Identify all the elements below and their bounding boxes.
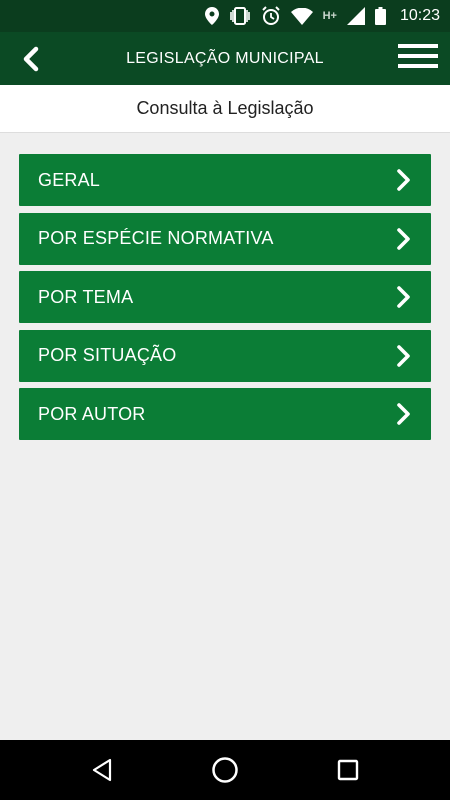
nav-recents-button[interactable] — [328, 750, 368, 790]
home-circle-icon — [212, 757, 238, 783]
subheader: Consulta à Legislação — [0, 85, 450, 133]
vibrate-icon — [229, 7, 250, 25]
signal-icon — [346, 7, 365, 25]
nav-home-button[interactable] — [205, 750, 245, 790]
status-bar: H+ 10:23 — [0, 0, 450, 32]
system-nav-bar — [0, 740, 450, 800]
alarm-icon — [261, 6, 280, 25]
back-button[interactable] — [16, 45, 44, 73]
recents-square-icon — [338, 759, 359, 781]
menu-item-situacao[interactable]: POR SITUAÇÃO — [19, 329, 431, 382]
chevron-right-icon — [397, 286, 410, 308]
app-bar: LEGISLAÇÃO MUNICIPAL — [0, 32, 450, 85]
menu-item-especie-normativa[interactable]: POR ESPÉCIE NORMATIVA — [19, 212, 431, 265]
chevron-right-icon — [397, 227, 410, 250]
chevron-right-icon — [397, 403, 410, 425]
page-title: Consulta à Legislação — [136, 98, 314, 118]
menu-item-label: POR SITUAÇÃO — [38, 345, 177, 365]
menu-item-autor[interactable]: POR AUTOR — [19, 388, 431, 440]
menu-line — [398, 64, 438, 68]
chevron-right-icon — [397, 344, 410, 367]
menu-item-label: POR TEMA — [38, 286, 134, 307]
network-type: H+ — [322, 10, 337, 22]
nav-back-button[interactable] — [82, 750, 122, 790]
menu-item-tema[interactable]: POR TEMA — [19, 271, 431, 323]
chevron-left-icon — [23, 46, 39, 72]
menu-item-label: POR AUTOR — [38, 403, 146, 424]
battery-icon — [374, 7, 386, 25]
menu-item-label: POR ESPÉCIE NORMATIVA — [38, 228, 274, 248]
menu-list: GERAL POR ESPÉCIE NORMATIVA POR TEMA POR… — [19, 154, 431, 447]
menu-item-label: GERAL — [38, 169, 101, 190]
menu-item-geral[interactable]: GERAL — [19, 154, 431, 206]
status-icons: H+ — [204, 6, 386, 26]
wifi-icon — [290, 7, 313, 25]
back-triangle-icon — [92, 758, 111, 782]
app-title: LEGISLAÇÃO MUNICIPAL — [126, 49, 324, 67]
hamburger-menu-button[interactable] — [398, 44, 438, 74]
location-icon — [204, 7, 219, 25]
clock: 10:23 — [399, 7, 440, 24]
menu-line — [398, 54, 438, 58]
hamburger-menu-icon — [398, 44, 438, 48]
chevron-right-icon — [397, 169, 410, 191]
